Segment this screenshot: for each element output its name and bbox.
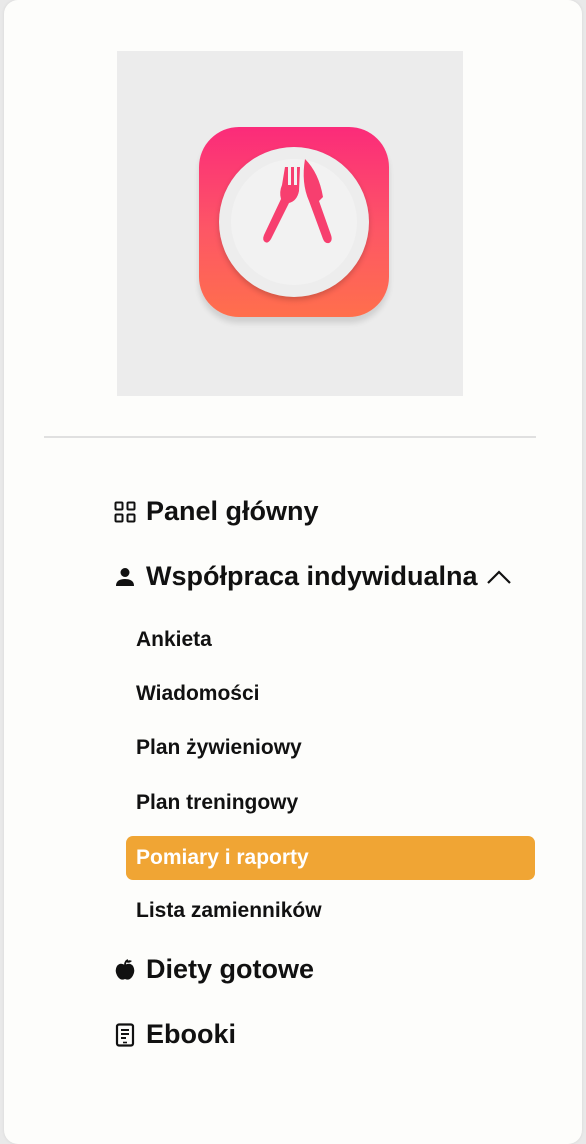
nav-item-label: Panel główny (146, 496, 319, 526)
chevron-up-icon[interactable] (486, 568, 512, 586)
subnav-item-training-plan[interactable]: Plan treningowy (126, 781, 535, 825)
divider (44, 436, 536, 438)
subnav-item-substitutes[interactable]: Lista zamienników (126, 889, 535, 933)
nav-item-label: Diety gotowe (146, 954, 315, 984)
sidebar: Panel główny Współpraca indywidualna Ank… (4, 0, 582, 1144)
ebook-icon (114, 1022, 136, 1047)
grid-icon (114, 500, 136, 524)
nav-item-label: Współpraca indywidualna (146, 561, 478, 591)
nav-item-dashboard[interactable]: Panel główny (114, 496, 319, 527)
person-icon (114, 565, 136, 589)
nav-item-label: Ebooki (146, 1019, 237, 1049)
subnav-item-survey[interactable]: Ankieta (126, 618, 535, 662)
apple-icon (114, 958, 136, 982)
app-logo-icon[interactable] (199, 127, 389, 317)
subnav-item-meal-plan[interactable]: Plan żywieniowy (126, 726, 535, 770)
subnav-item-messages[interactable]: Wiadomości (126, 672, 535, 716)
nav-item-ebooks[interactable]: Ebooki (114, 1019, 236, 1050)
nav-item-individual[interactable]: Współpraca indywidualna (114, 561, 512, 592)
subnav-item-measurements[interactable]: Pomiary i raporty (126, 836, 535, 880)
nav-item-ready-diets[interactable]: Diety gotowe (114, 954, 314, 985)
logo-container (117, 51, 463, 396)
plate-icon (219, 147, 369, 297)
fork-knife-icon (263, 159, 332, 244)
